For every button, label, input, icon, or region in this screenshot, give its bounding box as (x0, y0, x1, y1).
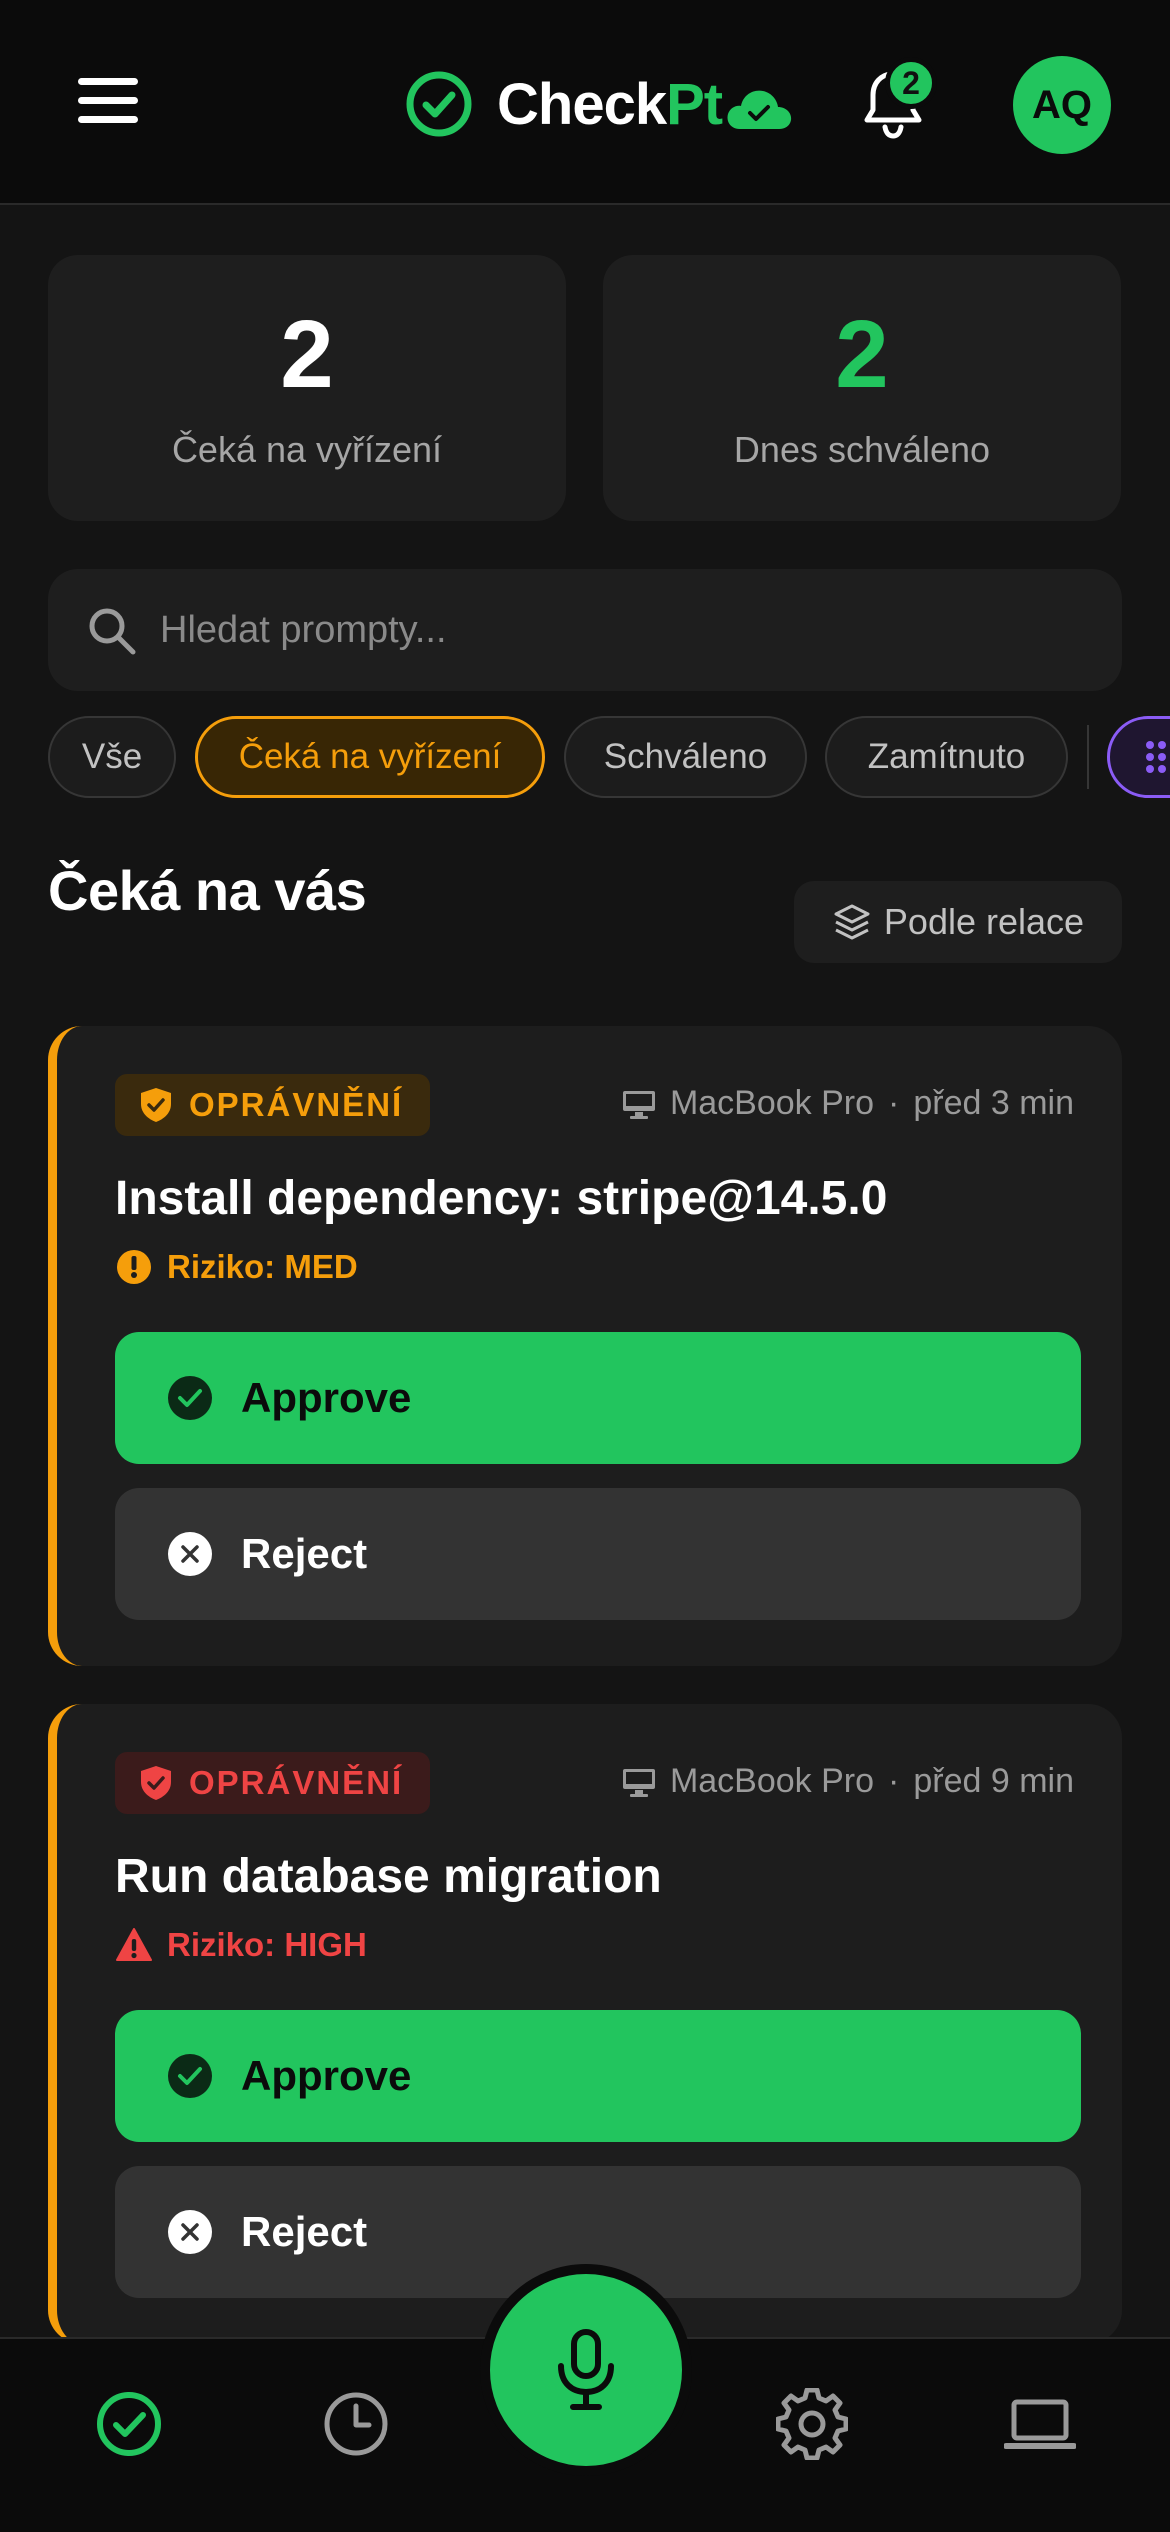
risk-label: Riziko: HIGH (167, 1926, 367, 1963)
permission-badge: OPRÁVNĚNÍ (115, 1752, 430, 1814)
shield-check-icon (141, 1766, 171, 1800)
x-circle-filled-icon (168, 1532, 212, 1576)
reject-label: Reject (241, 2208, 368, 2255)
approve-button[interactable]: Approve (115, 2010, 1081, 2142)
layers-icon (834, 904, 870, 940)
check-circle-icon (406, 71, 472, 137)
pending-count: 2 (280, 301, 334, 408)
risk-label: Riziko: MED (167, 1248, 358, 1285)
alert-circle-icon (117, 1250, 151, 1284)
section-title: Čeká na vás (48, 859, 367, 922)
pending-stat-card: 2 Čeká na vyřízení (48, 255, 566, 521)
filter-chip-more[interactable] (1107, 716, 1170, 798)
search-bar (48, 569, 1122, 691)
nav-history-clock-icon[interactable] (320, 2388, 392, 2460)
risk-level: Riziko: MED (115, 1248, 358, 1286)
filter-divider (1087, 725, 1089, 789)
app-name: CheckPt (497, 71, 723, 137)
cloud-check-icon (727, 90, 792, 129)
grid-icon (1146, 741, 1166, 773)
filter-chip-pending[interactable]: Čeká na vyřízení (195, 716, 545, 798)
badge-label: OPRÁVNĚNÍ (189, 1764, 404, 1801)
nav-devices-laptop-icon[interactable] (1004, 2388, 1076, 2460)
request-title: Install dependency: stripe@14.5.0 (115, 1172, 888, 1225)
approve-button[interactable]: Approve (115, 1332, 1081, 1464)
pending-label: Čeká na vyřízení (171, 429, 443, 470)
request-meta: MacBook Pro · před 9 min (620, 1762, 1074, 1801)
warning-triangle-icon (116, 1928, 152, 1961)
top-bar: CheckPt 2 AQ (0, 0, 1170, 205)
shield-check-icon (141, 1088, 171, 1122)
check-circle-filled-icon (168, 2054, 212, 2098)
group-by-session-button[interactable]: Podle relace (794, 881, 1122, 963)
approved-count: 2 (835, 301, 889, 408)
nav-settings-gear-icon[interactable] (776, 2388, 848, 2460)
request-card: OPRÁVNĚNÍ MacBook Pro · před 3 min Insta… (48, 1026, 1122, 1666)
monitor-icon (622, 1090, 655, 1119)
approved-stat-card: 2 Dnes schváleno (603, 255, 1121, 521)
app-screen: CheckPt 2 AQ 2 Čeká na vyřízení 2 Dnes s… (0, 0, 1170, 2532)
x-circle-filled-icon (168, 2210, 212, 2254)
request-title: Run database migration (115, 1850, 662, 1903)
approved-label: Dnes schváleno (733, 429, 991, 470)
filter-chip-rejected[interactable]: Zamítnuto (825, 716, 1068, 798)
group-by-session-label: Podle relace (883, 901, 1085, 942)
request-time: před 9 min (913, 1762, 1074, 1800)
device-name: MacBook Pro (669, 1084, 875, 1122)
monitor-icon (622, 1768, 655, 1797)
app-logo: CheckPt (405, 66, 794, 142)
voice-record-button[interactable] (480, 2264, 692, 2476)
request-time: před 3 min (913, 1084, 1074, 1122)
meta-separator: · (888, 1084, 900, 1122)
permission-badge: OPRÁVNĚNÍ (115, 1074, 430, 1136)
request-meta: MacBook Pro · před 3 min (620, 1084, 1074, 1123)
badge-label: OPRÁVNĚNÍ (189, 1086, 404, 1123)
hamburger-menu-icon[interactable] (78, 78, 138, 126)
reject-label: Reject (241, 1530, 368, 1577)
notification-badge: 2 (885, 57, 937, 109)
device-name: MacBook Pro (669, 1762, 875, 1800)
filter-chip-all[interactable]: Vše (48, 716, 176, 798)
reject-button[interactable]: Reject (115, 1488, 1081, 1620)
nav-requests-check-icon[interactable] (93, 2388, 165, 2460)
meta-separator: · (888, 1762, 900, 1800)
risk-level: Riziko: HIGH (115, 1926, 367, 1964)
filter-chip-approved[interactable]: Schváleno (564, 716, 807, 798)
check-circle-filled-icon (168, 1376, 212, 1420)
request-card: OPRÁVNĚNÍ MacBook Pro · před 9 min Run d… (48, 1704, 1122, 2344)
search-icon (89, 608, 136, 655)
approve-label: Approve (241, 1374, 412, 1421)
search-input[interactable] (160, 569, 1090, 691)
avatar[interactable]: AQ (1013, 56, 1111, 154)
approve-label: Approve (241, 2052, 412, 2099)
microphone-icon (558, 2329, 614, 2410)
